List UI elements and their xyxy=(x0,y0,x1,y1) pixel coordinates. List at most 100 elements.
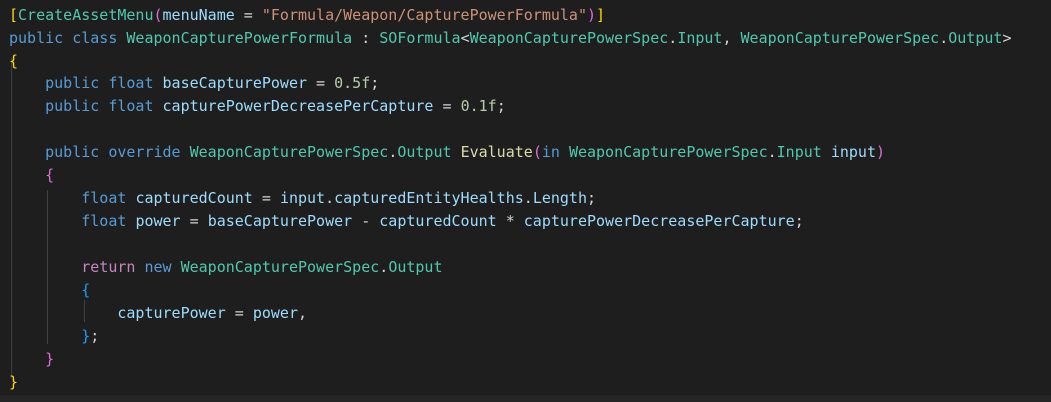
code-token: power xyxy=(252,304,298,322)
code-line[interactable]: } xyxy=(9,371,18,393)
code-editor[interactable]: [CreateAssetMenu(menuName = "Formula/Wea… xyxy=(0,0,1051,395)
code-token: power xyxy=(135,212,181,230)
code-token: menuName xyxy=(162,6,235,24)
code-token: capturedEntityHealths xyxy=(334,189,524,207)
code-token: = xyxy=(180,212,208,230)
code-token: WeaponCapturePowerSpec xyxy=(568,143,768,161)
code-token: , xyxy=(298,304,308,322)
code-token: = xyxy=(234,6,262,24)
code-token: < xyxy=(460,29,470,47)
code-token: ( xyxy=(532,143,542,161)
code-token: ) xyxy=(876,143,886,161)
code-token: ; xyxy=(370,74,380,92)
code-line[interactable]: public float baseCapturePower = 0.5f; xyxy=(9,72,379,94)
code-token: ] xyxy=(596,6,606,24)
code-line[interactable]: { xyxy=(9,50,18,72)
code-token: WeaponCapturePowerFormula xyxy=(126,29,353,47)
code-token: float xyxy=(81,189,127,207)
code-line[interactable]: } xyxy=(9,348,54,370)
code-token: { xyxy=(45,166,55,184)
code-token: float xyxy=(108,97,154,115)
code-token: = xyxy=(307,74,335,92)
code-token: capturedCount xyxy=(135,189,253,207)
code-token: WeaponCapturePowerSpec xyxy=(189,143,389,161)
code-line[interactable]: float capturedCount = input.capturedEnti… xyxy=(9,187,596,209)
code-token: WeaponCapturePowerSpec xyxy=(180,258,380,276)
code-token: SOFormula xyxy=(379,29,461,47)
code-token: public xyxy=(45,143,100,161)
code-token: Input xyxy=(776,143,822,161)
code-token: public xyxy=(45,97,100,115)
code-line[interactable]: float power = baseCapturePower - capture… xyxy=(9,210,804,232)
code-token: WeaponCapturePowerSpec xyxy=(469,29,669,47)
code-token: public xyxy=(9,29,64,47)
code-token: [ xyxy=(9,6,19,24)
code-token: ; xyxy=(496,97,506,115)
code-line[interactable]: public class WeaponCapturePowerFormula :… xyxy=(9,27,1011,49)
code-token: Output xyxy=(388,258,443,276)
code-token: ( xyxy=(153,6,163,24)
code-token: input xyxy=(279,189,326,207)
code-token: capturePower xyxy=(117,304,226,322)
code-line[interactable]: [CreateAssetMenu(menuName = "Formula/Wea… xyxy=(9,4,605,26)
code-token: = xyxy=(225,304,253,322)
code-token: public xyxy=(45,74,100,92)
code-line[interactable]: return new WeaponCapturePowerSpec.Output xyxy=(9,256,443,278)
code-line[interactable]: }; xyxy=(9,325,99,347)
code-token: class xyxy=(72,29,118,47)
code-token: . xyxy=(388,143,398,161)
code-token: new xyxy=(144,258,172,276)
code-token: ) xyxy=(586,6,597,24)
code-token: in xyxy=(541,143,560,161)
code-token: Evaluate xyxy=(460,143,533,161)
code-token: - xyxy=(352,212,380,230)
code-token: } xyxy=(9,373,19,391)
code-token: CreateAssetMenu xyxy=(18,6,154,24)
code-line[interactable]: { xyxy=(9,164,54,186)
code-token: ; xyxy=(587,189,597,207)
code-token: . xyxy=(325,189,335,207)
code-line[interactable]: public override WeaponCapturePowerSpec.O… xyxy=(9,141,885,163)
code-token: . xyxy=(939,29,949,47)
code-token: = xyxy=(433,97,461,115)
code-token: 0.5f xyxy=(334,74,371,92)
code-token: = xyxy=(252,189,280,207)
code-token: return xyxy=(81,258,136,276)
code-token: } xyxy=(81,327,91,345)
code-token: capturePowerDecreasePerCapture xyxy=(523,212,795,230)
code-token: WeaponCapturePowerSpec xyxy=(740,29,940,47)
code-line[interactable]: { xyxy=(9,279,90,301)
code-token: { xyxy=(81,281,91,299)
code-token: > xyxy=(1002,29,1012,47)
code-token: Input xyxy=(677,29,723,47)
code-token: capturePowerDecreasePerCapture xyxy=(162,97,434,115)
code-token: { xyxy=(9,52,19,70)
code-line[interactable]: public float capturePowerDecreasePerCapt… xyxy=(9,95,506,117)
code-token: float xyxy=(108,74,154,92)
code-token: baseCapturePower xyxy=(162,74,308,92)
code-token: 0.1f xyxy=(460,97,497,115)
code-line[interactable]: capturePower = power, xyxy=(9,302,307,324)
editor-bottom-edge xyxy=(0,395,1051,402)
code-token: baseCapturePower xyxy=(207,212,353,230)
code-token: . xyxy=(668,29,678,47)
